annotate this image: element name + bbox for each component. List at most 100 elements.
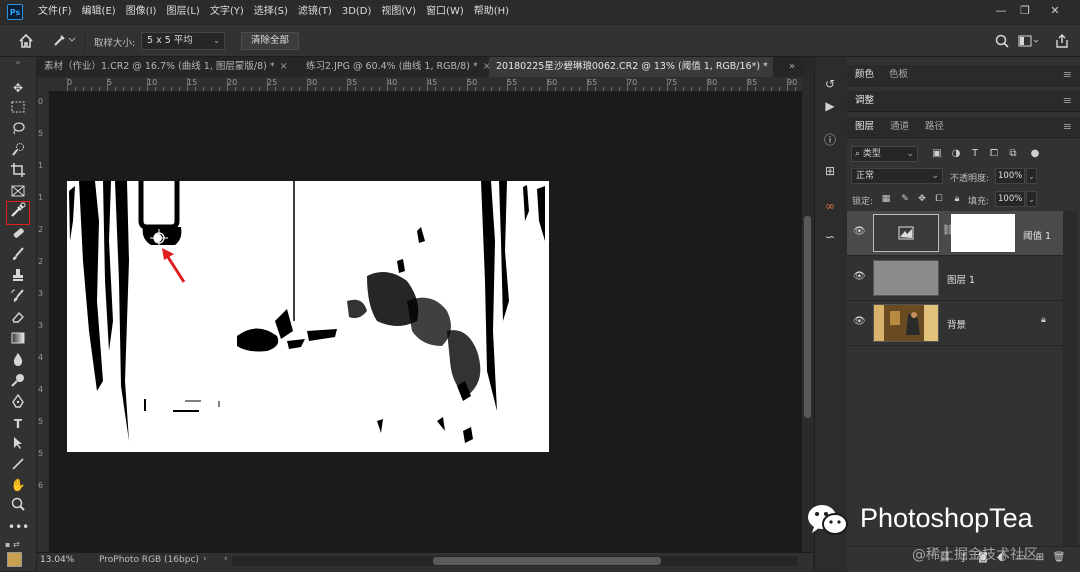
lock-transparent-icon[interactable]: ▦: [880, 192, 892, 206]
blur-tool-icon[interactable]: [8, 352, 28, 370]
tab-paths[interactable]: 路径: [925, 117, 944, 137]
document-canvas[interactable]: [67, 181, 549, 452]
move-tool-icon[interactable]: ✥: [8, 79, 28, 97]
workspace-icon[interactable]: [1018, 35, 1040, 47]
lock-artboard-icon[interactable]: ⧠: [933, 192, 945, 206]
blend-mode-select[interactable]: 正常 ⌄: [851, 168, 943, 184]
filter-toggle-icon[interactable]: ●: [1028, 146, 1042, 162]
zoom-tool-icon[interactable]: [8, 497, 28, 515]
vertical-scroll-thumb[interactable]: [804, 216, 811, 418]
more-tools-icon[interactable]: •••: [8, 518, 28, 536]
path-select-tool-icon[interactable]: [8, 436, 28, 454]
pen-tool-icon[interactable]: [8, 394, 28, 412]
layer-row-threshold[interactable]: 👁︎ ⛓︎ 阈值 1: [847, 211, 1063, 256]
menu-file[interactable]: 文件(F): [38, 0, 72, 24]
menu-filter[interactable]: 滤镜(T): [298, 0, 332, 24]
opacity-field[interactable]: 100%: [995, 168, 1025, 184]
eraser-tool-icon[interactable]: [8, 310, 28, 328]
tab-layers[interactable]: 图层: [855, 117, 874, 137]
frame-tool-icon[interactable]: [8, 184, 28, 202]
line-tool-icon[interactable]: [8, 457, 28, 475]
tab-swatches[interactable]: 色板: [889, 65, 908, 85]
share-icon[interactable]: [1055, 33, 1069, 49]
layer-name[interactable]: 背景: [947, 317, 966, 331]
tab-document-2[interactable]: 练习2.JPG @ 60.4% (曲线 1, RGB/8) *×: [299, 57, 489, 77]
menu-layer[interactable]: 图层(L): [166, 0, 199, 24]
actions-play-icon[interactable]: ▶: [820, 96, 840, 116]
filter-shape-icon[interactable]: ⧠: [987, 146, 1001, 162]
chevron-right-icon[interactable]: ›: [203, 554, 207, 564]
minimize-button[interactable]: —: [991, 2, 1011, 20]
healing-brush-tool-icon[interactable]: [8, 226, 28, 244]
visibility-eye-icon[interactable]: 👁︎: [853, 226, 866, 237]
clone-stamp-tool-icon[interactable]: [8, 268, 28, 286]
visibility-eye-icon[interactable]: 👁︎: [853, 271, 866, 282]
chevron-down-icon[interactable]: ⌄: [1026, 191, 1037, 207]
brush-tool-icon[interactable]: [8, 247, 28, 265]
lock-position-icon[interactable]: ✥: [916, 192, 928, 206]
panel-menu-icon[interactable]: ≡: [1063, 117, 1072, 137]
home-icon[interactable]: [18, 33, 34, 49]
menu-type[interactable]: 文字(Y): [210, 0, 244, 24]
fill-field[interactable]: 100%: [995, 191, 1025, 207]
sample-size-select[interactable]: 5 x 5 平均 ⌄: [141, 32, 225, 50]
marquee-tool-icon[interactable]: [8, 100, 28, 118]
menu-select[interactable]: 选择(S): [254, 0, 288, 24]
tab-channels[interactable]: 通道: [890, 117, 909, 137]
filter-smart-object-icon[interactable]: ⧉: [1006, 146, 1020, 162]
delete-layer-icon[interactable]: 🗑︎: [1052, 551, 1066, 565]
lock-all-icon[interactable]: 🔒︎: [951, 192, 963, 206]
menu-help[interactable]: 帮助(H): [474, 0, 509, 24]
gradient-tool-icon[interactable]: [8, 331, 28, 349]
close-icon[interactable]: ×: [280, 57, 288, 77]
filter-type-icon[interactable]: T: [968, 146, 982, 162]
layer-kind-filter[interactable]: ⌕ 类型 ⌄: [851, 146, 918, 162]
info-icon[interactable]: ⓘ: [820, 130, 840, 150]
layers-scrollbar[interactable]: [1063, 211, 1078, 546]
history-icon[interactable]: ↺: [820, 74, 840, 94]
panel-menu-icon[interactable]: ≡: [1063, 91, 1072, 111]
tab-document-1[interactable]: 素材（作业）1.CR2 @ 16.7% (曲线 1, 图层蒙版/8) *×: [37, 57, 299, 77]
history-brush-tool-icon[interactable]: [8, 289, 28, 307]
swap-colors-icon[interactable]: ▪ ⇄: [5, 540, 31, 550]
menu-image[interactable]: 图像(I): [126, 0, 157, 24]
curves-icon[interactable]: ∞: [820, 196, 840, 216]
foreground-color-swatch[interactable]: [7, 552, 22, 567]
horizontal-scroll-thumb[interactable]: [433, 557, 661, 565]
color-profile[interactable]: ProPhoto RGB (16bpc): [99, 555, 199, 565]
panel-menu-icon[interactable]: ≡: [1063, 65, 1072, 85]
layer-name[interactable]: 阈值 1: [1023, 228, 1051, 242]
chevron-down-icon[interactable]: ⌄: [1026, 168, 1037, 184]
visibility-eye-icon[interactable]: 👁︎: [853, 316, 866, 327]
lock-image-icon[interactable]: ✎: [899, 192, 911, 206]
quick-select-tool-icon[interactable]: [8, 142, 28, 160]
search-icon[interactable]: [995, 34, 1009, 48]
tab-adjustments[interactable]: 调整: [855, 91, 874, 111]
tab-color[interactable]: 颜色: [855, 65, 874, 85]
layer-mask-thumbnail[interactable]: [951, 214, 1015, 252]
layer-name[interactable]: 图层 1: [947, 272, 975, 286]
menu-window[interactable]: 窗口(W): [426, 0, 464, 24]
hand-tool-icon[interactable]: ✋: [8, 476, 28, 494]
layer-row-layer1[interactable]: 👁︎ 图层 1: [847, 256, 1063, 301]
eyedropper-tool-icon[interactable]: [52, 32, 76, 48]
tab-document-3[interactable]: 20180225星沙碧琳琅0062.CR2 @ 13% (阈值 1, RGB/1…: [489, 57, 773, 77]
maximize-button[interactable]: ❐: [1015, 2, 1035, 20]
menu-view[interactable]: 视图(V): [381, 0, 416, 24]
lasso-tool-icon[interactable]: [8, 121, 28, 139]
zoom-level[interactable]: 13.04%: [40, 555, 74, 565]
filter-adjustment-icon[interactable]: ◑: [949, 146, 963, 162]
paths-icon[interactable]: ∽: [820, 227, 840, 247]
color-sampler-tool-icon[interactable]: [6, 201, 30, 225]
tabs-overflow-icon[interactable]: »: [789, 57, 795, 77]
properties-icon[interactable]: ⊞: [820, 161, 840, 181]
filter-pixel-icon[interactable]: ▣: [930, 146, 944, 162]
menu-3d[interactable]: 3D(D): [342, 0, 372, 24]
menu-edit[interactable]: 编辑(E): [82, 0, 116, 24]
close-button[interactable]: ✕: [1045, 2, 1065, 20]
clear-all-button[interactable]: 清除全部: [241, 32, 299, 50]
layer-row-background[interactable]: 👁︎ 背景 🔒︎: [847, 301, 1063, 346]
crop-tool-icon[interactable]: [8, 163, 28, 181]
color-sampler-marker-icon[interactable]: [150, 229, 168, 247]
dodge-tool-icon[interactable]: [8, 373, 28, 391]
